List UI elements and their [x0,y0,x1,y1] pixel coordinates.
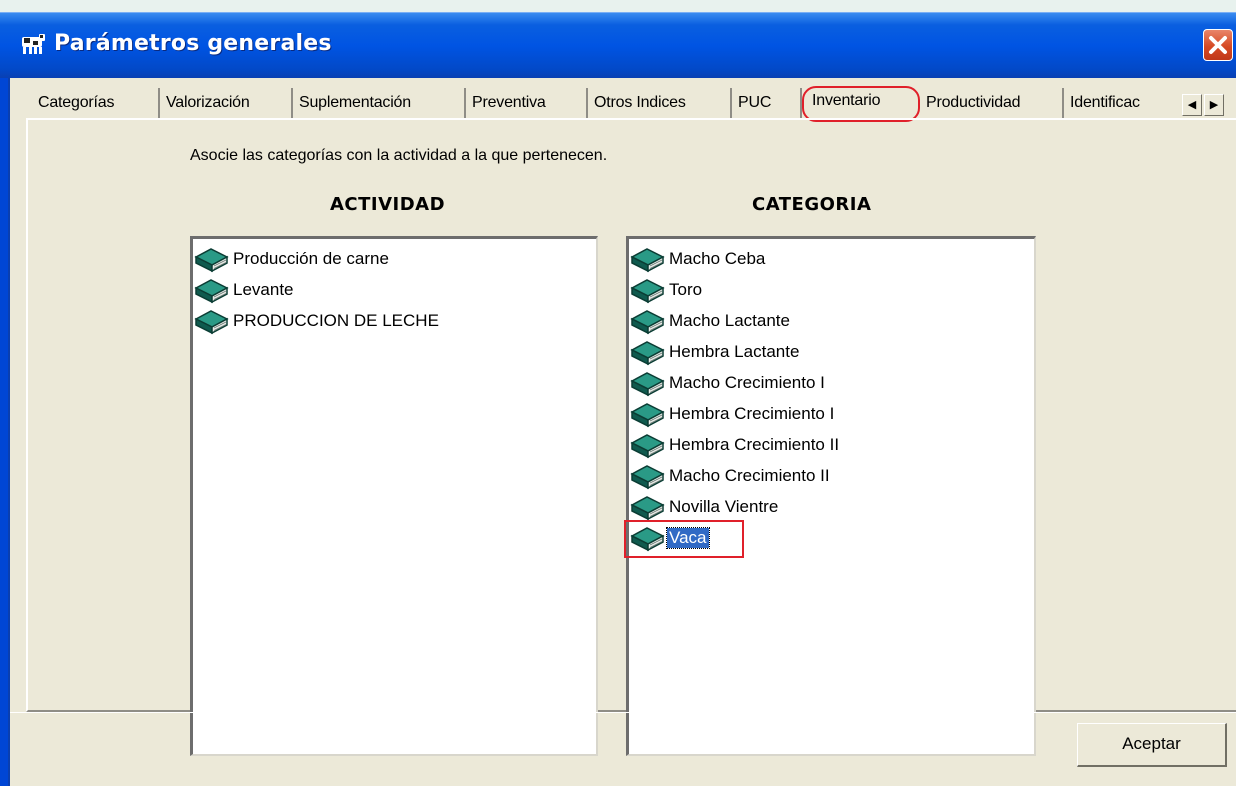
tab-suplementacion[interactable]: Suplementación [293,88,466,118]
window-title: Parámetros generales [54,31,332,56]
list-item[interactable]: Macho Crecimiento II [629,460,832,491]
list-item[interactable]: Macho Lactante [629,305,792,336]
tab-productividad[interactable]: Productividad [920,88,1064,118]
list-item-label: Macho Crecimiento I [669,372,825,392]
list-item[interactable]: PRODUCCION DE LECHE [193,305,441,336]
book-icon [629,462,667,490]
book-icon [629,493,667,521]
actividad-header: ACTIVIDAD [330,194,446,215]
tab-scroll-left-button[interactable]: ◀ [1182,94,1202,116]
list-item-label: Hembra Lactante [669,341,800,361]
cow-icon [22,34,45,54]
close-button[interactable] [1203,29,1233,61]
list-item-label: Macho Lactante [669,310,790,330]
book-icon [193,276,231,304]
list-item-label: Toro [669,279,703,299]
list-item-label: PRODUCCION DE LECHE [233,310,439,330]
book-icon [629,431,667,459]
tab-preventiva[interactable]: Preventiva [466,88,588,118]
tab-identificacion[interactable]: Identificac [1064,88,1184,118]
list-item[interactable]: Producción de carne [193,243,391,274]
list-item-label: Macho Ceba [669,248,766,268]
tab-highlight-annotation [802,86,920,122]
accept-button[interactable]: Aceptar [1077,723,1227,767]
book-icon [629,338,667,366]
list-item-label: Levante [233,279,294,299]
categoria-header: CATEGORIA [752,194,872,215]
list-item[interactable]: Hembra Lactante [629,336,801,367]
actividad-listbox[interactable]: Producción de carne Levante PRODUCCION D… [190,236,598,756]
close-icon [1209,36,1227,54]
list-item[interactable]: Macho Ceba [629,243,767,274]
book-icon [193,307,231,335]
instruction-text: Asocie las categorías con la actividad a… [190,147,608,164]
book-icon [629,369,667,397]
list-item-label: Macho Crecimiento II [669,465,830,485]
book-icon [629,245,667,273]
book-icon [629,276,667,304]
list-item-label: Hembra Crecimiento II [669,434,840,454]
list-item[interactable]: Toro [629,274,704,305]
list-item[interactable]: Novilla Vientre [629,491,780,522]
title-bar: Parámetros generales [0,12,1236,79]
list-item-label: Producción de carne [233,248,389,268]
window-frame [0,78,8,786]
book-icon [629,400,667,428]
categoria-listbox[interactable]: Macho Ceba Toro Macho Lactante Hembra La… [624,236,1036,756]
book-icon [193,245,231,273]
list-item[interactable]: Hembra Crecimiento II [629,429,841,460]
tab-puc[interactable]: PUC [732,88,802,118]
list-item[interactable]: Macho Crecimiento I [629,367,827,398]
book-icon [629,307,667,335]
dialog-client-area: Categorías Valorización Suplementación P… [10,78,1236,786]
arrow-left-icon: ◀ [1187,99,1197,111]
tab-scroll-right-button[interactable]: ▶ [1204,94,1224,116]
arrow-right-icon: ▶ [1209,99,1219,111]
tab-strip: Categorías Valorización Suplementación P… [10,86,1236,122]
list-item-label: Novilla Vientre [669,496,779,516]
tab-categorias[interactable]: Categorías [32,88,160,118]
list-item[interactable]: Levante [193,274,296,305]
list-item-label: Hembra Crecimiento I [669,403,835,423]
selection-highlight-annotation [624,520,744,558]
tab-valorizacion[interactable]: Valorización [160,88,293,118]
tab-otros-indices[interactable]: Otros Indices [588,88,732,118]
list-item[interactable]: Hembra Crecimiento I [629,398,836,429]
divider [10,712,1236,713]
